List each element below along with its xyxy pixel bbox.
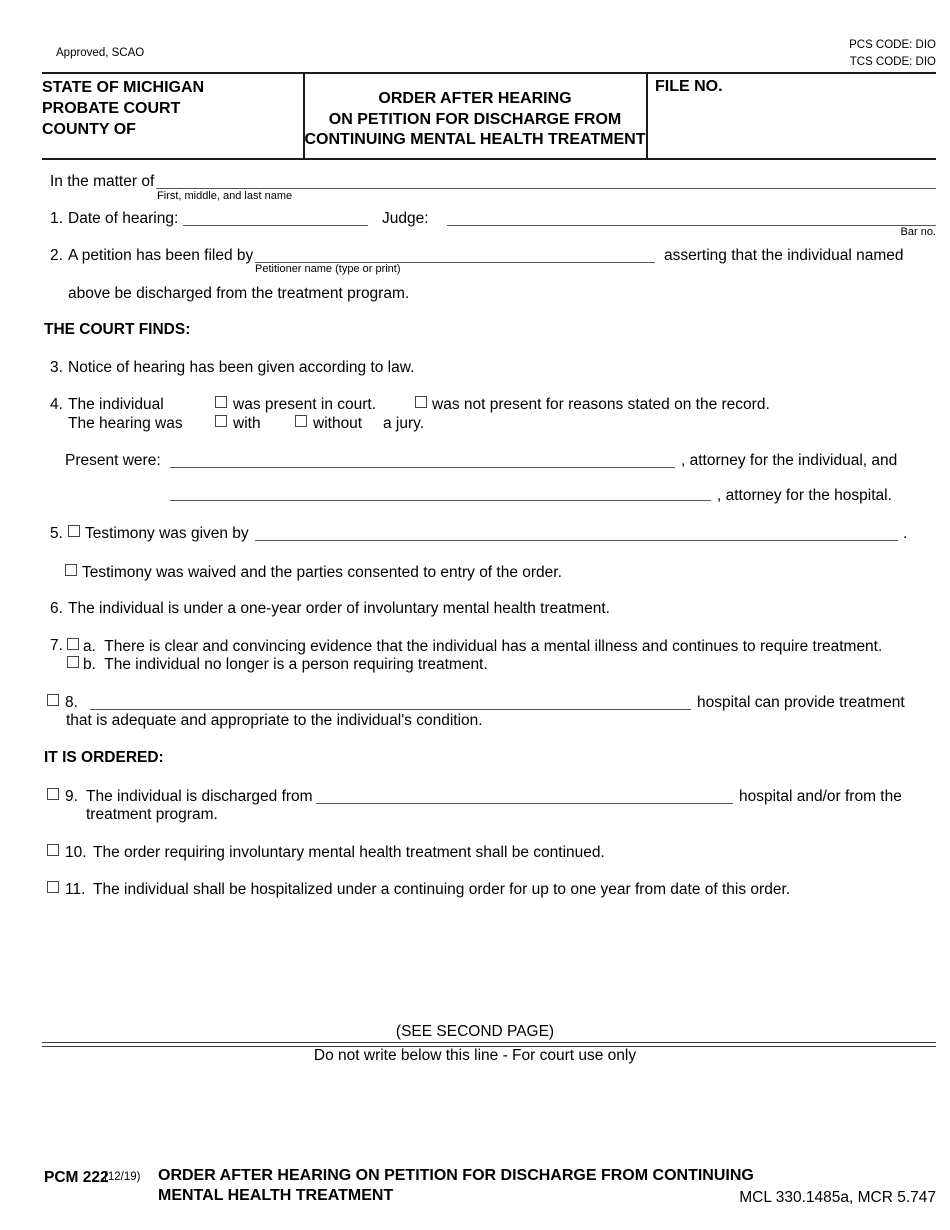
- item4-number: 4.: [50, 396, 63, 413]
- in-the-matter-of-label: In the matter of: [50, 173, 155, 190]
- present-were-label: Present were:: [65, 452, 161, 469]
- judge-name-input[interactable]: [447, 225, 936, 226]
- date-of-hearing-input[interactable]: [183, 225, 368, 226]
- item10-number: 10.: [65, 844, 87, 861]
- item5-opt-b-label: Testimony was waived and the parties con…: [82, 564, 562, 581]
- attorney-individual-input[interactable]: [170, 467, 675, 468]
- item4-individual-label: The individual: [68, 396, 164, 413]
- county-of-label: COUNTY OF: [42, 121, 136, 138]
- checkbox-was-present-in-court[interactable]: [215, 396, 227, 408]
- checkbox-item8[interactable]: [47, 694, 59, 706]
- item1-judge-label: Judge:: [382, 210, 429, 227]
- court-use-divider-top: [42, 1042, 936, 1043]
- checkbox-without-jury[interactable]: [295, 415, 307, 427]
- header-top-border: [42, 72, 936, 74]
- checkbox-testimony-given[interactable]: [68, 525, 80, 537]
- item6-number: 6.: [50, 600, 63, 617]
- pcs-code-label: PCS CODE: DIO: [849, 39, 936, 51]
- petitioner-name-caption: Petitioner name (type or print): [255, 263, 401, 275]
- item11-text: The individual shall be hospitalized und…: [93, 881, 791, 898]
- item9-text-after: hospital and/or from the: [739, 788, 902, 805]
- approved-scao-label: Approved, SCAO: [56, 47, 145, 59]
- checkbox-was-not-present[interactable]: [415, 396, 427, 408]
- checkbox-item7a[interactable]: [67, 638, 79, 650]
- header-bottom-border: [42, 158, 936, 160]
- tcs-code-label: TCS CODE: DIO: [849, 56, 936, 68]
- item9-text-before: The individual is discharged from: [86, 788, 313, 805]
- item5-opt-a-label: Testimony was given by: [85, 525, 249, 542]
- item5-number: 5.: [50, 525, 63, 542]
- item4-opt-not-present-label: was not present for reasons stated on th…: [432, 396, 770, 413]
- item2-number: 2.: [50, 247, 63, 264]
- probate-court-label: PROBATE COURT: [42, 100, 181, 117]
- item1-number: 1.: [50, 210, 63, 227]
- item3-number: 3.: [50, 359, 63, 376]
- item4-opt-without-label: without: [313, 415, 363, 432]
- item9-text-line2: treatment program.: [86, 806, 218, 823]
- matter-name-caption: First, middle, and last name: [157, 190, 293, 202]
- do-not-write-below-label: Do not write below this line - For court…: [313, 1047, 637, 1064]
- the-court-finds-heading: THE COURT FINDS:: [44, 321, 191, 338]
- bar-no-caption: Bar no.: [900, 226, 936, 238]
- item8-text-after: hospital can provide treatment: [697, 694, 905, 711]
- checkbox-item9[interactable]: [47, 788, 59, 800]
- it-is-ordered-heading: IT IS ORDERED:: [44, 749, 164, 766]
- statute-citation-label: MCL 330.1485a, MCR 5.747: [739, 1189, 936, 1206]
- checkbox-item7b[interactable]: [67, 656, 79, 668]
- item2-text-after: asserting that the individual named: [664, 247, 904, 264]
- attorney-individual-label: , attorney for the individual, and: [681, 452, 898, 469]
- item1-date-label: Date of hearing:: [68, 210, 179, 227]
- form-revision-label: (12/19): [104, 1171, 141, 1183]
- item10-text: The order requiring involuntary mental h…: [93, 844, 605, 861]
- checkbox-item10[interactable]: [47, 844, 59, 856]
- form-page: Approved, SCAO PCS CODE: DIO TCS CODE: D…: [0, 0, 950, 1230]
- item2-text-line2: above be discharged from the treatment p…: [68, 285, 410, 302]
- form-title-line3: CONTINUING MENTAL HEALTH TREATMENT: [304, 131, 646, 148]
- testimony-given-by-input[interactable]: [255, 540, 898, 541]
- item5-period: .: [903, 525, 908, 542]
- see-second-page-label: (SEE SECOND PAGE): [395, 1023, 555, 1040]
- state-of-michigan-label: STATE OF MICHIGAN: [42, 79, 205, 96]
- footer-title-line1: ORDER AFTER HEARING ON PETITION FOR DISC…: [158, 1167, 754, 1184]
- item7-number: 7.: [50, 637, 63, 654]
- item4-opt-with-label: with: [233, 415, 261, 432]
- item2-text-before: A petition has been filed by: [68, 247, 254, 264]
- item9-hospital-input[interactable]: [316, 803, 733, 804]
- item7-opt-a-label: a. There is clear and convincing evidenc…: [83, 638, 883, 655]
- form-title-line1: ORDER AFTER HEARING: [378, 90, 572, 107]
- item11-number: 11.: [65, 881, 86, 898]
- checkbox-with-jury[interactable]: [215, 415, 227, 427]
- item7-opt-b-label: b. The individual no longer is a person …: [83, 656, 488, 673]
- item8-text-line2: that is adequate and appropriate to the …: [66, 712, 483, 729]
- item4-hearing-label: The hearing was: [68, 415, 183, 432]
- court-use-only-area[interactable]: [42, 1068, 936, 1148]
- file-no-label: FILE NO.: [655, 78, 723, 95]
- item8-number: 8.: [65, 694, 78, 711]
- attorney-hospital-label: , attorney for the hospital.: [717, 487, 892, 504]
- matter-name-input[interactable]: [156, 188, 936, 189]
- form-number-label: PCM 222: [44, 1169, 109, 1186]
- file-no-input[interactable]: [650, 96, 934, 156]
- attorney-hospital-input[interactable]: [170, 500, 711, 501]
- item9-number: 9.: [65, 788, 78, 805]
- form-title-line2: ON PETITION FOR DISCHARGE FROM: [328, 111, 622, 128]
- checkbox-testimony-waived[interactable]: [65, 564, 77, 576]
- item6-text: The individual is under a one-year order…: [68, 600, 610, 617]
- item4-opt-jury-label: a jury.: [383, 415, 425, 432]
- item8-hospital-input[interactable]: [90, 709, 691, 710]
- item4-opt-present-label: was present in court.: [233, 396, 377, 413]
- checkbox-item11[interactable]: [47, 881, 59, 893]
- footer-title-line2: MENTAL HEALTH TREATMENT: [158, 1187, 394, 1204]
- item3-text: Notice of hearing has been given accordi…: [68, 359, 415, 376]
- header-divider-right: [646, 72, 648, 159]
